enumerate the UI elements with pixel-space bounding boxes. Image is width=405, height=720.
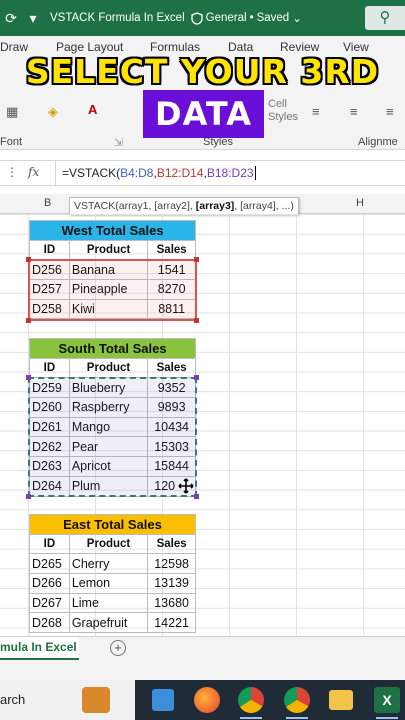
document-title[interactable]: VSTACK Formula In Excel (50, 12, 185, 24)
range-handle[interactable] (194, 257, 199, 262)
search-icon[interactable]: ⚲ (365, 6, 405, 30)
south-title[interactable]: South Total Sales (29, 338, 196, 359)
text-cursor (254, 166, 256, 180)
range-highlight-b12-d14 (28, 259, 197, 321)
chrome-profile-icon[interactable] (284, 687, 310, 713)
column-h-header[interactable]: H (356, 197, 364, 209)
briefcase-icon[interactable] (82, 687, 110, 713)
fill-color-icon[interactable]: ◈ (48, 104, 58, 120)
south-header-id[interactable]: ID (29, 357, 70, 379)
west-header-sales[interactable]: Sales (147, 239, 196, 261)
chrome-icon[interactable] (238, 687, 264, 713)
group-font-label: Font (0, 136, 23, 148)
formula-arg-2: B12:D14 (156, 166, 204, 180)
excel-icon[interactable]: X (374, 687, 400, 713)
range-handle[interactable] (26, 494, 31, 499)
group-alignment-label: Alignme (358, 136, 398, 148)
save-status: Saved (256, 12, 290, 24)
cancel-icon[interactable]: ⋮ (6, 165, 18, 179)
move-cursor-icon (178, 478, 194, 494)
range-handle[interactable] (194, 318, 199, 323)
table-row: D265 Cherry 12598 (29, 553, 196, 575)
column-b-header[interactable]: B (44, 197, 51, 209)
align-right-icon[interactable]: ≡ (386, 104, 394, 119)
east-title[interactable]: East Total Sales (29, 514, 196, 535)
range-handle[interactable] (26, 318, 31, 323)
table-row: D266 Lemon 13139 (29, 573, 196, 594)
east-header-id[interactable]: ID (29, 533, 70, 555)
table-row: D267 Lime 13680 (29, 592, 196, 614)
dialog-launcher-icon[interactable]: ⇲ (114, 136, 123, 149)
firefox-icon[interactable] (194, 687, 220, 713)
west-title[interactable]: West Total Sales (29, 220, 196, 241)
range-selection-b18-d23 (28, 377, 197, 497)
font-color-icon[interactable]: A (88, 102, 97, 117)
west-header-product[interactable]: Product (68, 239, 149, 261)
formula-input[interactable]: =VSTACK(B4:D8,B12:D14,B18:D23 (62, 166, 256, 180)
align-center-icon[interactable]: ≡ (350, 104, 358, 119)
borders-icon[interactable]: ▦ (6, 104, 18, 120)
east-header-sales[interactable]: Sales (147, 533, 196, 555)
file-explorer-icon[interactable] (329, 690, 353, 710)
align-left-icon[interactable]: ≡ (312, 104, 320, 119)
excel-window: { "titlebar": { "document_title": "VSTAC… (0, 0, 405, 720)
cell-styles-button[interactable]: Cell Styles (268, 98, 308, 124)
formula-buttons: ⋮ fx (0, 161, 56, 185)
south-header-sales[interactable]: Sales (147, 357, 196, 379)
formula-arg-1: B4:D8 (120, 166, 154, 180)
caption-line-2: DATA (143, 90, 264, 138)
add-sheet-icon[interactable]: + (110, 640, 126, 656)
windows-taskbar: arch X (0, 680, 405, 720)
chevron-down-icon: ⌄ (292, 13, 302, 25)
east-header-product[interactable]: Product (68, 533, 149, 555)
customize-qat-icon[interactable]: ▾ (22, 10, 44, 27)
west-header-id[interactable]: ID (29, 239, 70, 261)
function-tooltip: VSTACK(array1, [array2], [array3], [arra… (69, 197, 299, 215)
worksheet-grid[interactable]: West Total Sales ID Product Sales D256 Ba… (0, 214, 405, 636)
title-bar: ⟳ ▾ VSTACK Formula In Excel General • Sa… (0, 0, 405, 36)
caption-line-1: SELECT YOUR 3RD (25, 52, 380, 91)
range-handle[interactable] (26, 375, 31, 380)
shield-icon (190, 11, 203, 25)
table-row: D268 Grapefruit 14221 (29, 612, 196, 634)
sheet-tab-bar: mula In Excel + (0, 636, 405, 660)
east-sales-table: East Total Sales ID Product Sales D265 Ch… (29, 514, 196, 634)
formula-arg-3: B18:D23 (206, 166, 254, 180)
sensitivity-label[interactable]: General • Saved ⌄ (190, 11, 302, 25)
range-handle[interactable] (26, 257, 31, 262)
status-bar (0, 660, 405, 680)
refresh-icon[interactable]: ⟳ (0, 10, 22, 27)
sensitivity-text: General (205, 12, 247, 24)
south-header-product[interactable]: Product (68, 357, 149, 379)
formula-bar: ⋮ fx =VSTACK(B4:D8,B12:D14,B18:D23 (0, 160, 405, 186)
taskbar-search-box[interactable]: arch (0, 680, 135, 720)
insert-function-button[interactable]: fx (28, 165, 39, 179)
range-handle[interactable] (194, 494, 199, 499)
sheet-tab-active[interactable]: mula In Excel (0, 637, 79, 660)
store-icon[interactable] (152, 689, 174, 711)
range-handle[interactable] (194, 375, 199, 380)
